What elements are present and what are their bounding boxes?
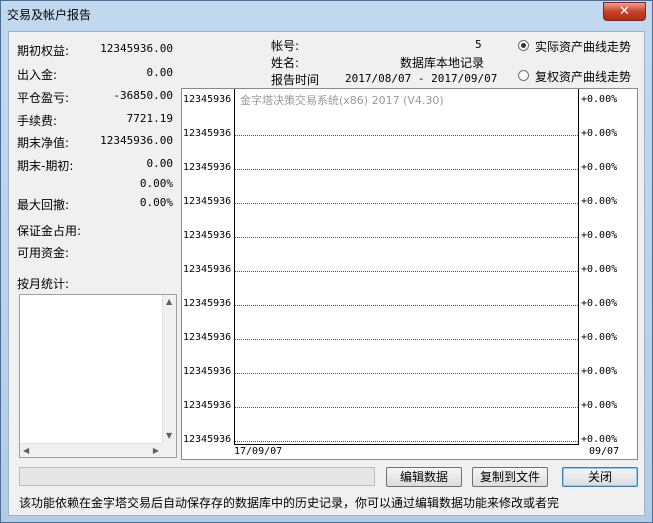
y-tick-left: 12345936 <box>183 196 232 207</box>
chart-plot-area: 金字塔决策交易系统(x86) 2017 (V4.30) <box>234 89 579 445</box>
monthly-stats-list[interactable]: ▲ ▼ ◀ ▶ <box>19 294 177 458</box>
y-tick-right: +0.00% <box>581 264 618 275</box>
title-bar[interactable]: 交易及帐户报告 ✕ <box>1 1 652 27</box>
report-period-value: 2017/08/07 - 2017/09/07 <box>345 72 498 85</box>
account-name-value: 数据库本地记录 <box>400 56 485 70</box>
horizontal-scrollbar[interactable]: ◀ ▶ <box>20 443 162 457</box>
chart-gridline <box>235 271 578 272</box>
window-title: 交易及帐户报告 <box>7 8 92 22</box>
account-name-label: 姓名: <box>271 56 300 70</box>
account-id-label: 帐号: <box>271 39 300 53</box>
stat-label-initial-equity: 期初权益: <box>17 44 70 58</box>
x-tick-end: 09/07 <box>589 446 620 457</box>
y-tick-left: 12345936 <box>183 128 232 139</box>
stat-value-change: 0.00 <box>146 157 174 170</box>
y-tick-left: 12345936 <box>183 434 232 445</box>
copy-to-file-button[interactable]: 复制到文件 <box>472 467 548 487</box>
dialog-client: 期初权益: 12345936.00 出入金: 0.00 平仓盈亏: -36850… <box>8 31 645 516</box>
report-window: 交易及帐户报告 ✕ 期初权益: 12345936.00 出入金: 0.00 平仓… <box>0 0 653 523</box>
progress-bar <box>19 467 375 486</box>
stat-value-fees: 7721.19 <box>126 112 173 125</box>
y-tick-right: +0.00% <box>581 400 618 411</box>
y-tick-left: 12345936 <box>183 162 232 173</box>
y-tick-right: +0.00% <box>581 128 618 139</box>
y-tick-left: 12345936 <box>183 94 232 105</box>
scroll-left-icon[interactable]: ◀ <box>23 446 29 456</box>
chart-gridline <box>235 135 578 136</box>
y-tick-right: +0.00% <box>581 434 618 445</box>
account-id-value: 5 <box>475 38 482 51</box>
scroll-down-icon[interactable]: ▼ <box>166 431 172 441</box>
y-tick-left: 12345936 <box>183 264 232 275</box>
stat-label-margin: 保证金占用: <box>17 224 82 238</box>
radio-actual-curve-indicator[interactable] <box>518 40 529 51</box>
stat-value-closed-pnl: -36850.00 <box>113 89 173 102</box>
stat-value-initial-equity: 12345936.00 <box>100 42 173 55</box>
y-tick-left: 12345936 <box>183 366 232 377</box>
chart-gridline <box>235 373 578 374</box>
chart-gridline <box>235 441 578 442</box>
stat-label-max-drawdown: 最大回撤: <box>17 198 70 212</box>
window-close-button[interactable]: ✕ <box>603 2 646 21</box>
y-tick-left: 12345936 <box>183 400 232 411</box>
report-period-label: 报告时间 <box>271 73 320 87</box>
close-button[interactable]: 关闭 <box>562 467 638 487</box>
vertical-scrollbar[interactable]: ▲ ▼ <box>162 295 176 443</box>
y-tick-right: +0.00% <box>581 332 618 343</box>
stat-value-change-percent: 0.00% <box>139 177 173 190</box>
radio-adjusted-curve-indicator[interactable] <box>518 70 529 81</box>
y-tick-left: 12345936 <box>183 230 232 241</box>
stat-value-deposit: 0.00 <box>146 66 174 79</box>
y-tick-right: +0.00% <box>581 230 618 241</box>
scroll-corner <box>162 443 176 457</box>
y-tick-left: 12345936 <box>183 332 232 343</box>
equity-chart: 金字塔决策交易系统(x86) 2017 (V4.30) 12345936 +0.0… <box>181 88 638 460</box>
y-tick-left: 12345936 <box>183 298 232 309</box>
chart-gridline <box>235 203 578 204</box>
chart-gridline <box>235 237 578 238</box>
chart-gridline <box>235 169 578 170</box>
monthly-stats-label: 按月统计: <box>17 277 70 291</box>
y-tick-right: +0.00% <box>581 298 618 309</box>
edit-data-button[interactable]: 编辑数据 <box>386 467 462 487</box>
stat-label-final-equity: 期末净值: <box>17 136 70 150</box>
chart-watermark: 金字塔决策交易系统(x86) 2017 (V4.30) <box>240 94 444 107</box>
y-tick-right: +0.00% <box>581 366 618 377</box>
stat-label-fees: 手续费: <box>17 114 58 128</box>
chart-gridline <box>235 407 578 408</box>
stat-value-max-drawdown: 0.00% <box>139 196 173 209</box>
chart-gridline <box>235 305 578 306</box>
scroll-right-icon[interactable]: ▶ <box>153 446 159 456</box>
y-tick-right: +0.00% <box>581 196 618 207</box>
stat-label-change: 期末-期初: <box>17 159 74 173</box>
stat-label-closed-pnl: 平仓盈亏: <box>17 91 70 105</box>
stat-value-final-equity: 12345936.00 <box>100 134 173 147</box>
status-text: 该功能依赖在金字塔交易后自动保存存的数据库中的历史记录，你可以通过编辑数据功能来… <box>19 496 560 510</box>
stat-label-deposit: 出入金: <box>17 68 58 82</box>
stat-label-available: 可用资金: <box>17 246 70 260</box>
y-tick-right: +0.00% <box>581 162 618 173</box>
radio-adjusted-curve-label[interactable]: 复权资产曲线走势 <box>535 68 631 85</box>
radio-actual-curve-label[interactable]: 实际资产曲线走势 <box>535 38 631 55</box>
x-tick-start: 17/09/07 <box>234 446 283 457</box>
y-tick-right: +0.00% <box>581 94 618 105</box>
chart-gridline <box>235 339 578 340</box>
scroll-up-icon[interactable]: ▲ <box>166 297 172 307</box>
